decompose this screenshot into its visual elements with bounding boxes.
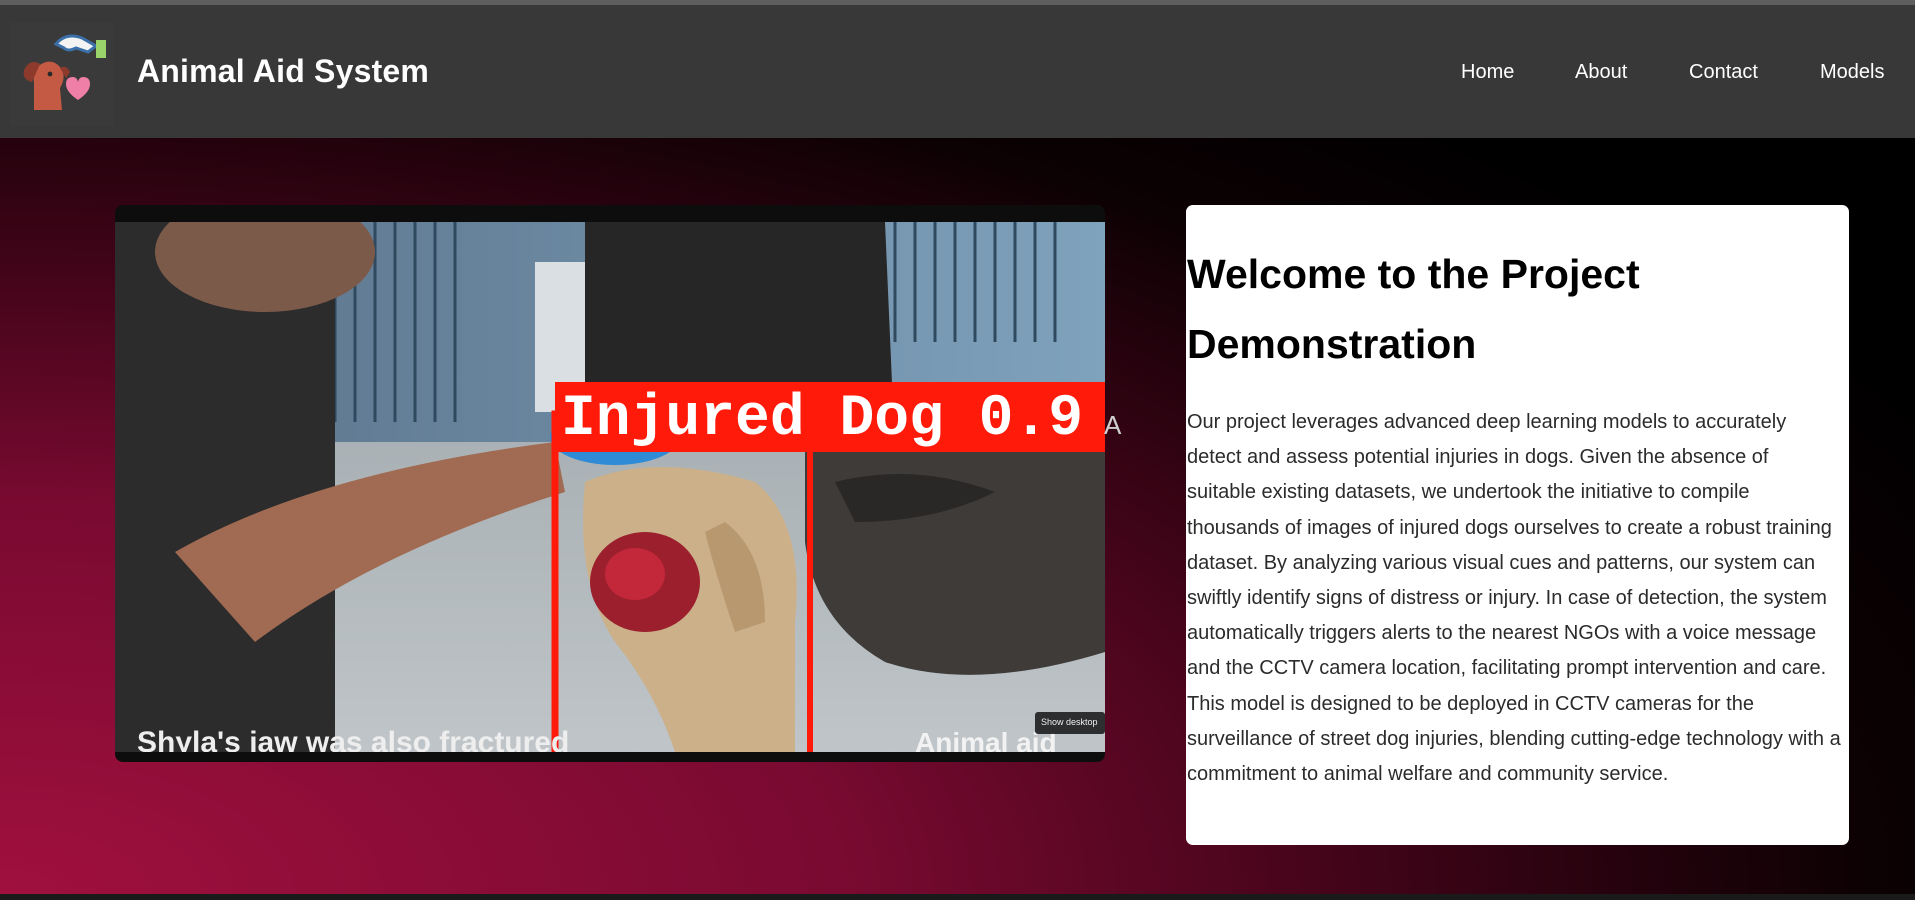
info-title: Welcome to the Project Demonstration [1187,251,1640,367]
stray-text-glyph: A [1104,410,1122,440]
video-caption-left: Shyla's jaw was also fractured [137,726,569,752]
animal-care-logo-icon[interactable] [10,22,114,126]
navbar: Animal Aid System Home About Contact Mod… [0,5,1915,138]
nav-home-link[interactable]: Home [1461,61,1514,84]
project-info-card: Welcome to the Project Demonstration Our… [1186,205,1849,845]
nav-models-link[interactable]: Models [1820,61,1884,84]
bottom-edge-strip [0,894,1915,900]
demo-video-player[interactable]: Injured Dog 0.9 Shyla's jaw was also fra… [115,205,1105,762]
injured-dog-detection-frame: Injured Dog 0.9 Shyla's jaw was also fra… [115,222,1105,752]
nav-about-link[interactable]: About [1575,61,1627,84]
brand-title: Animal Aid System [137,53,430,89]
show-desktop-button[interactable]: Show desktop [1035,712,1105,734]
nav-contact-link[interactable]: Contact [1689,61,1758,84]
detection-label: Injured Dog 0.9 [561,387,1083,452]
show-desktop-label: Show desktop [1041,717,1098,727]
info-description: Our project leverages advanced deep lear… [1187,411,1841,786]
